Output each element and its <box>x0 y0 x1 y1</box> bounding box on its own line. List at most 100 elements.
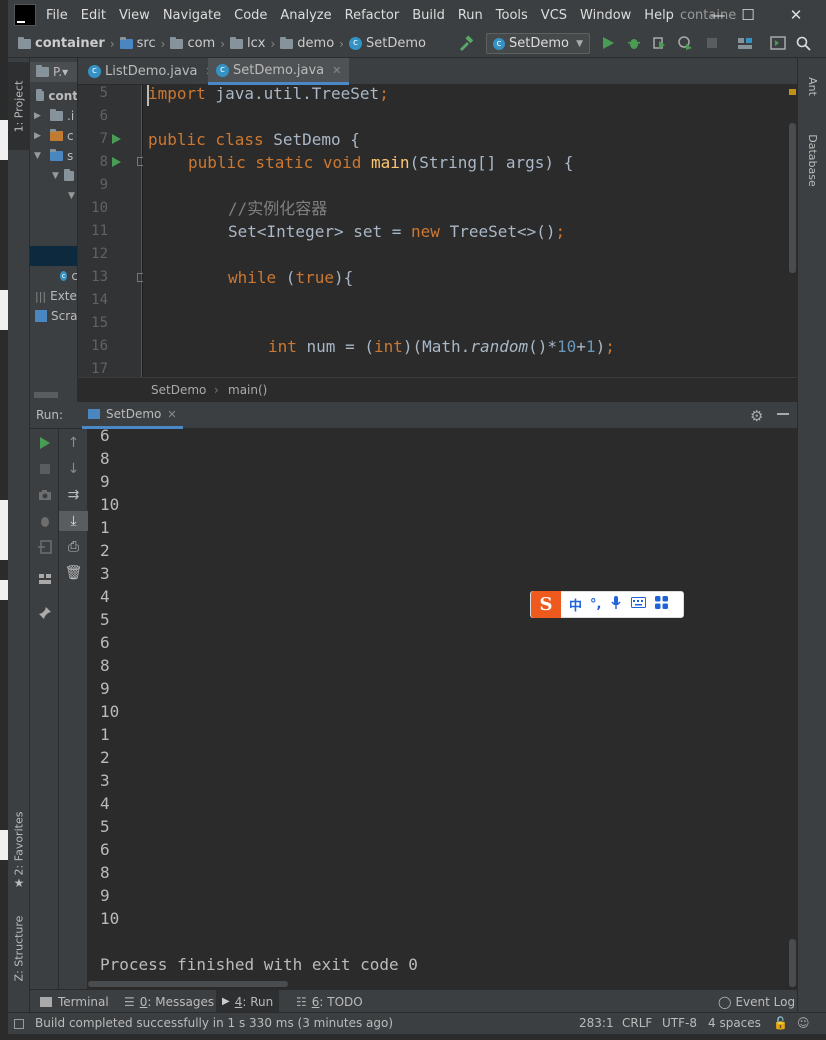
menu-tools[interactable]: Tools <box>496 8 528 23</box>
tree-item-external-libraries[interactable]: ||| Exte <box>30 286 77 306</box>
close-icon[interactable]: ✕ <box>167 408 176 421</box>
run-anything-icon[interactable] <box>770 35 786 51</box>
tree-item[interactable]: c c <box>30 266 77 286</box>
maximize-button[interactable]: ☐ <box>726 0 770 30</box>
pin-icon[interactable] <box>30 603 59 623</box>
tree-item-label: Scra <box>51 309 78 323</box>
hide-panel-icon[interactable] <box>777 413 789 415</box>
horizontal-scrollbar[interactable] <box>34 392 58 398</box>
restore-layout-icon[interactable] <box>30 537 59 557</box>
console-horizontal-scrollbar[interactable] <box>88 981 288 987</box>
inspector-face-icon[interactable]: ☺ <box>797 1016 810 1030</box>
tree-item-selected[interactable] <box>30 246 77 266</box>
tab-project[interactable]: 1: Project <box>8 62 30 150</box>
lock-icon[interactable]: 🔓 <box>773 1016 788 1030</box>
console-output[interactable]: 6 8 9 10 1 2 3 4 5 6 8 9 10 1 2 3 4 5 6 8 9 10 Process finish… <box>88 429 788 989</box>
settings-gear-icon[interactable]: ⚙ <box>750 407 763 425</box>
scrollbar-thumb[interactable] <box>789 939 796 987</box>
tab-terminal[interactable]: Terminal <box>34 990 115 1013</box>
ime-mode-toggle[interactable]: 中 <box>569 595 582 614</box>
menu-window[interactable]: Window <box>580 8 631 23</box>
menu-code[interactable]: Code <box>234 8 267 23</box>
tab-todo[interactable]: ☷ 6: TODO <box>290 990 369 1013</box>
run-configuration-select[interactable]: c SetDemo ▼ <box>486 33 590 54</box>
breadcrumb-com[interactable]: com <box>170 36 215 51</box>
tab-run[interactable]: ▶ 4: Run <box>216 990 280 1013</box>
tool-windows-toggle-icon[interactable] <box>14 1019 24 1029</box>
editor-scrollbar[interactable] <box>788 85 797 377</box>
run-with-coverage-icon[interactable] <box>651 35 667 51</box>
run-gutter-icon[interactable] <box>112 157 121 167</box>
project-view-selector[interactable]: P.▾ <box>30 62 77 82</box>
menu-help[interactable]: Help <box>644 8 674 23</box>
up-arrow-icon[interactable]: ↑ <box>59 433 88 453</box>
debug-bug-icon[interactable] <box>626 35 642 51</box>
run-icon[interactable] <box>600 35 616 51</box>
tab-ant[interactable]: Ant <box>798 64 826 108</box>
breadcrumb-project[interactable]: container <box>18 36 105 51</box>
down-arrow-icon[interactable]: ↓ <box>59 459 88 479</box>
tab-structure[interactable]: Z: Structure <box>8 893 30 1003</box>
breadcrumb-setdemo[interactable]: c SetDemo <box>348 36 426 51</box>
menu-run[interactable]: Run <box>458 8 483 23</box>
caret-position[interactable]: 283:1 <box>579 1016 614 1030</box>
print-icon[interactable]: ⎙ <box>59 537 88 557</box>
soft-wrap-icon[interactable]: ⇉ <box>59 485 88 505</box>
run-gutter-icon[interactable] <box>112 134 121 144</box>
microphone-icon[interactable] <box>611 596 622 613</box>
tree-item[interactable]: ▼ <box>30 166 77 186</box>
ime-punctuation-toggle[interactable]: °, <box>590 597 601 612</box>
rerun-icon[interactable] <box>30 433 59 453</box>
tab-listdemo[interactable]: c ListDemo.java ✕ <box>80 58 223 85</box>
tab-database[interactable]: Database <box>798 120 826 200</box>
breadcrumb-method[interactable]: main() <box>228 383 267 397</box>
breadcrumb-demo[interactable]: demo <box>280 36 334 51</box>
line-separator[interactable]: CRLF <box>622 1016 652 1030</box>
tree-item[interactable]: ▼ <box>30 186 77 206</box>
profile-icon[interactable] <box>677 35 693 51</box>
console-scrollbar[interactable] <box>788 429 797 989</box>
tree-item[interactable]: ▼ s <box>30 146 77 166</box>
search-icon[interactable] <box>795 35 811 51</box>
menu-edit[interactable]: Edit <box>81 8 106 23</box>
keyboard-icon[interactable] <box>631 597 647 612</box>
tree-item-root[interactable]: cont <box>30 86 77 106</box>
project-structure-icon[interactable] <box>737 35 753 51</box>
tree-item-scratches[interactable]: Scra <box>30 306 78 326</box>
menu-view[interactable]: View <box>119 8 150 23</box>
tab-setdemo[interactable]: c SetDemo.java ✕ <box>208 58 350 85</box>
menu-build[interactable]: Build <box>412 8 445 23</box>
scroll-to-end-icon[interactable]: ⤓ <box>59 511 88 531</box>
status-message[interactable]: Build completed successfully in 1 s 330 … <box>35 1016 393 1030</box>
menu-file[interactable]: File <box>46 8 68 23</box>
folder-icon <box>36 65 49 77</box>
file-encoding[interactable]: UTF-8 <box>662 1016 697 1030</box>
close-window-button[interactable]: ✕ <box>774 0 818 30</box>
menu-navigate[interactable]: Navigate <box>163 8 221 23</box>
scrollbar-thumb[interactable] <box>789 123 796 273</box>
code-editor[interactable]: import java.util.TreeSet; public class S… <box>143 85 788 377</box>
breadcrumb-lcx[interactable]: lcx <box>230 36 265 51</box>
tab-messages[interactable]: ☰ 0: Messages <box>118 990 220 1013</box>
menu-vcs[interactable]: VCS <box>541 8 567 23</box>
camera-snapshot-icon[interactable] <box>30 485 59 505</box>
breadcrumb-src[interactable]: src <box>119 36 156 51</box>
close-icon[interactable]: ✕ <box>332 64 341 77</box>
breadcrumb-class[interactable]: SetDemo <box>151 383 206 397</box>
tree-item[interactable]: ▶ .i <box>30 106 77 126</box>
trash-icon[interactable]: 🗑 <box>59 563 88 583</box>
warning-marker[interactable] <box>789 89 796 95</box>
layout-grid-icon[interactable] <box>30 569 59 589</box>
run-tab-setdemo[interactable]: SetDemo ✕ <box>82 402 183 429</box>
menu-analyze[interactable]: Analyze <box>280 8 331 23</box>
debug-bug-icon[interactable] <box>30 511 59 531</box>
sogou-logo-icon[interactable]: S <box>531 591 561 618</box>
build-hammer-icon[interactable] <box>458 35 474 51</box>
toolbox-grid-icon[interactable] <box>655 596 669 613</box>
tree-item[interactable]: ▶ c <box>30 126 77 146</box>
indent-setting[interactable]: 4 spaces <box>708 1016 761 1030</box>
stop-icon[interactable] <box>30 459 59 479</box>
stop-icon[interactable] <box>704 35 720 51</box>
tab-event-log[interactable]: ◯ Event Log <box>712 990 801 1013</box>
menu-refactor[interactable]: Refactor <box>345 8 400 23</box>
